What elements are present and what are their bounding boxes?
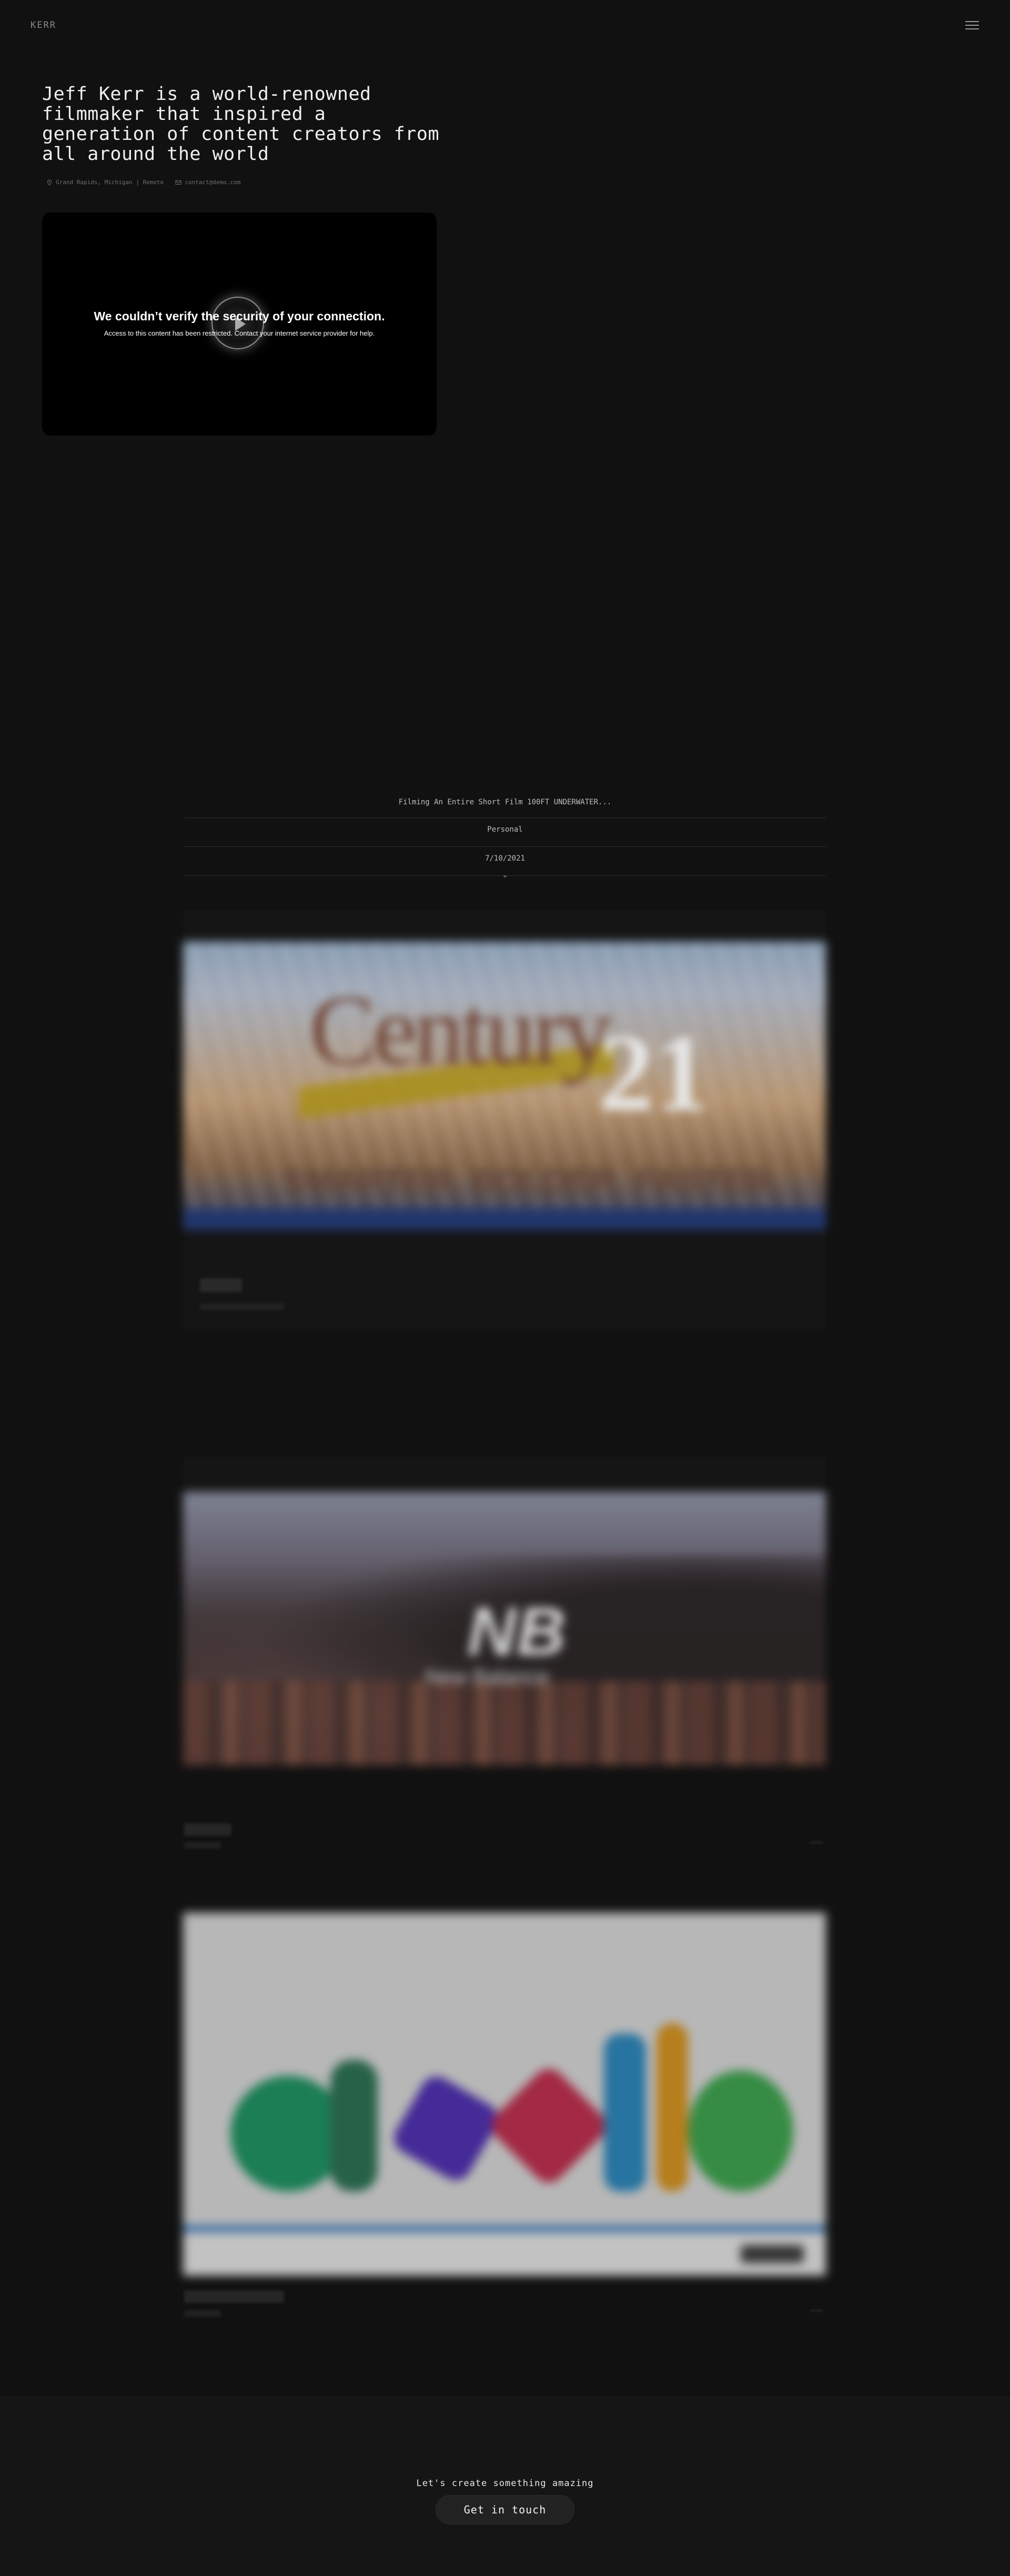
logo-shape-6 [656,2023,688,2191]
thumbnail-blue-bar [183,2226,826,2232]
site-footer: Let's create something amazing Get in to… [0,2397,1010,2576]
card-1-subtitle-placeholder [200,1304,284,1310]
video-embed[interactable]: We couldn’t verify the security of your … [42,213,437,436]
logo-shape-4 [485,2062,612,2189]
thumbnail-band [183,1209,826,1230]
location-item: Grand Rapids, Michigan | Remote [46,179,164,186]
project-title: Filming An Entire Short Film 100FT UNDER… [184,792,826,818]
card-3-arrow-icon[interactable] [810,2304,823,2311]
location-text: Grand Rapids, Michigan | Remote [56,179,164,186]
video-error-title: We couldn’t verify the security of your … [94,309,385,323]
get-in-touch-button[interactable]: Get in touch [436,2495,574,2524]
century21-tagline-text: SMARTER. BOLDER. FASTER. [283,1163,782,1199]
footer-tagline: Let's create something amazing [416,2478,594,2489]
contact-meta: Grand Rapids, Michigan | Remote contact@… [46,179,240,186]
project-thumbnail-century21[interactable]: Century 21 SMARTER. BOLDER. FASTER. [183,942,826,1230]
logo-shape-3 [388,2070,504,2186]
email-text[interactable]: contact@demo.com [185,179,240,186]
card-1-title-placeholder [200,1278,242,1292]
nb-sub-text: New Balance [425,1665,549,1689]
logo-shape-5 [604,2034,646,2191]
project-details: Filming An Entire Short Film 100FT UNDER… [184,792,826,876]
hamburger-menu-icon[interactable] [965,21,979,31]
site-header: KERR [0,0,1010,53]
project-thumbnail-city[interactable]: NB New Balance [183,1492,826,1765]
card-2-title-placeholder [184,1823,231,1836]
card-3-title-placeholder [184,2290,284,2303]
logo-shape-1 [230,2076,346,2191]
thumbnail-roofs [183,1681,826,1765]
card-2-arrow-icon[interactable] [810,1836,823,1843]
century21-number-text: 21 [599,1012,709,1134]
project-date: 7/10/2021 [184,847,826,876]
scroll-indicator [503,875,507,877]
card-3-subtitle-placeholder [184,2310,221,2317]
project-thumbnail-colorful[interactable] [183,1913,826,2276]
project-category: Personal [184,818,826,847]
nb-logo-text: NB [467,1593,566,1670]
site-logo[interactable]: KERR [31,20,56,31]
email-item[interactable]: contact@demo.com [175,179,240,186]
envelope-icon [175,180,181,185]
card-2-subtitle-placeholder [184,1842,221,1848]
thumbnail-footer-band [183,2232,826,2276]
thumbnail-pill [741,2245,804,2263]
hero-title: Jeff Kerr is a world-renowned filmmaker … [42,84,440,165]
logo-shape-2 [330,2060,378,2191]
video-error-message: Access to this content has been restrict… [104,329,375,337]
logo-shape-7 [688,2070,793,2191]
pin-icon [47,179,52,186]
century21-brand-text: Century [309,975,612,1086]
page: KERR Jeff Kerr is a world-renowned filmm… [0,0,1010,2576]
